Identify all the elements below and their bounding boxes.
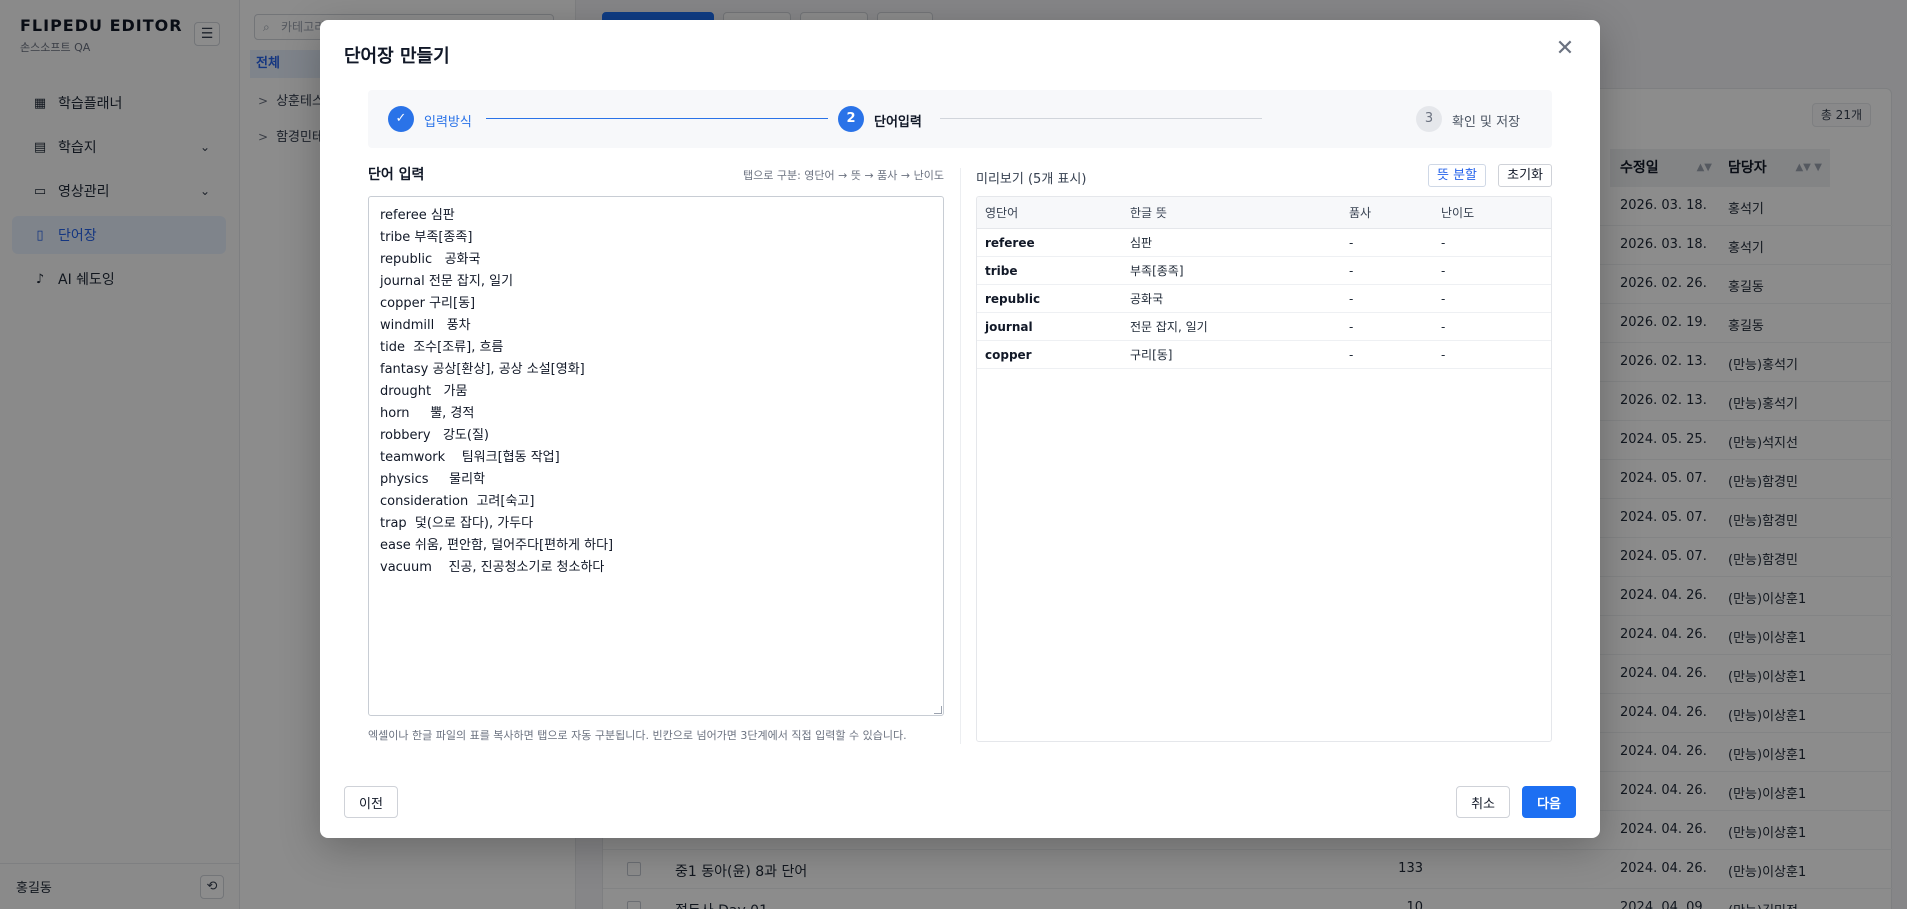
preview-row: copper 구리[동] - - bbox=[977, 341, 1551, 369]
preview-meaning: 심판 bbox=[1130, 236, 1153, 250]
header-pos: 품사 bbox=[1349, 206, 1372, 220]
preview-meaning: 전문 잡지, 일기 bbox=[1130, 320, 1208, 334]
preview-row: journal 전문 잡지, 일기 - - bbox=[977, 313, 1551, 341]
create-vocab-modal: 단어장 만들기 ✕ ✓ 입력방식 2 단어입력 3 확인 및 저장 단어 입력 … bbox=[320, 20, 1600, 838]
split-meaning-button[interactable]: 뜻 분할 bbox=[1427, 164, 1486, 187]
preview-word: tribe bbox=[985, 264, 1018, 278]
word-input-footnote: 엑셀이나 한글 파일의 표를 복사하면 탭으로 자동 구분됩니다. 빈칸으로 넘… bbox=[368, 729, 907, 742]
resize-handle-icon[interactable] bbox=[934, 706, 942, 714]
preview-word: referee bbox=[985, 236, 1035, 250]
stepper: ✓ 입력방식 2 단어입력 3 확인 및 저장 bbox=[368, 90, 1552, 148]
preview-meaning: 공화국 bbox=[1130, 292, 1164, 306]
step-label: 확인 및 저장 bbox=[1452, 115, 1521, 130]
step-number: 3 bbox=[1416, 106, 1442, 132]
preview-table: 영단어 한글 뜻 품사 난이도 referee 심판 - - tribe 부족[종족] - -… bbox=[976, 196, 1552, 742]
step-connector bbox=[940, 118, 1262, 119]
next-button[interactable]: 다음 bbox=[1522, 786, 1576, 818]
preview-meaning: 부족[종족] bbox=[1130, 264, 1184, 278]
step-label: 단어입력 bbox=[874, 115, 922, 130]
preview-pos: - bbox=[1349, 264, 1354, 278]
step-check-icon: ✓ bbox=[388, 106, 414, 132]
preview-row: tribe 부족[종족] - - bbox=[977, 257, 1551, 285]
step-connector bbox=[486, 118, 828, 119]
preview-table-header: 영단어 한글 뜻 품사 난이도 bbox=[977, 197, 1551, 229]
preview-level: - bbox=[1441, 236, 1446, 250]
preview-level: - bbox=[1441, 348, 1446, 362]
preview-pos: - bbox=[1349, 236, 1354, 250]
header-meaning: 한글 뜻 bbox=[1130, 206, 1167, 220]
preview-word: journal bbox=[985, 320, 1033, 334]
modal-title: 단어장 만들기 bbox=[344, 46, 450, 67]
step-number: 2 bbox=[838, 106, 864, 132]
step-label: 입력방식 bbox=[424, 115, 472, 130]
preview-pos: - bbox=[1349, 292, 1354, 306]
preview-pos: - bbox=[1349, 348, 1354, 362]
preview-level: - bbox=[1441, 320, 1446, 334]
word-input-section: 단어 입력 탭으로 구분: 영단어 → 뜻 → 품사 → 난이도 엑셀이나 한글… bbox=[368, 164, 944, 742]
preview-word: republic bbox=[985, 292, 1041, 306]
cancel-button[interactable]: 취소 bbox=[1456, 786, 1510, 818]
word-input-hint: 탭으로 구분: 영단어 → 뜻 → 품사 → 난이도 bbox=[742, 169, 944, 182]
prev-button[interactable]: 이전 bbox=[344, 786, 398, 818]
preview-row: republic 공화국 - - bbox=[977, 285, 1551, 313]
reset-button[interactable]: 초기화 bbox=[1498, 164, 1552, 187]
word-input-textarea[interactable] bbox=[368, 196, 944, 716]
header-word: 영단어 bbox=[985, 206, 1019, 220]
preview-level: - bbox=[1441, 292, 1446, 306]
close-icon[interactable]: ✕ bbox=[1552, 36, 1578, 62]
header-level: 난이도 bbox=[1441, 206, 1475, 220]
preview-row: referee 심판 - - bbox=[977, 229, 1551, 257]
preview-pos: - bbox=[1349, 320, 1354, 334]
preview-level: - bbox=[1441, 264, 1446, 278]
section-divider bbox=[960, 168, 961, 744]
preview-meaning: 구리[동] bbox=[1130, 348, 1173, 362]
preview-word: copper bbox=[985, 348, 1032, 362]
preview-title: 미리보기 (5개 표시) bbox=[976, 172, 1087, 187]
